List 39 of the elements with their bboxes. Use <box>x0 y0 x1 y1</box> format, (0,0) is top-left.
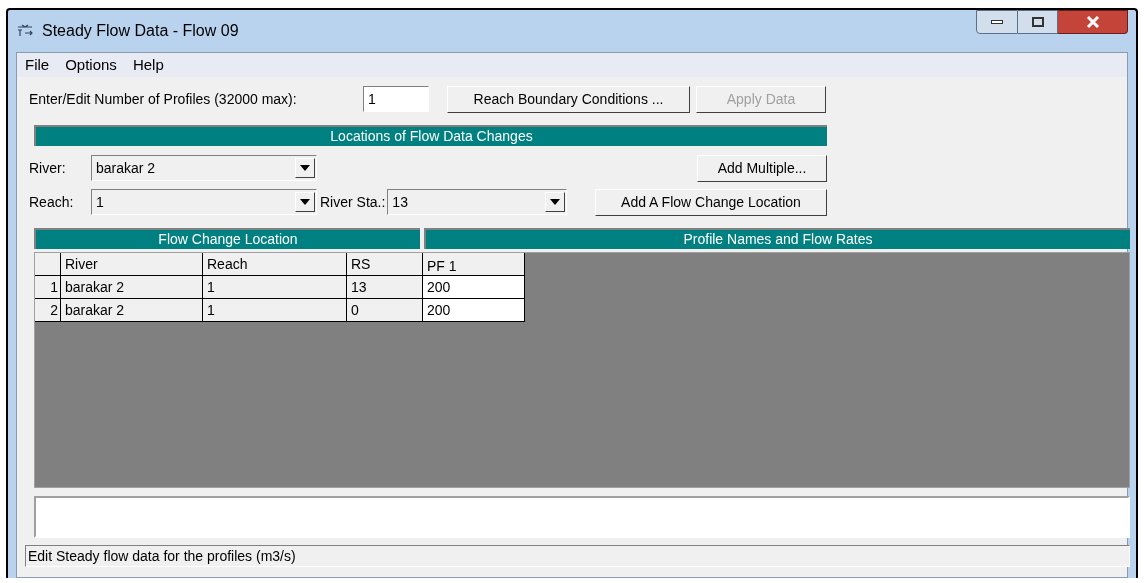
table-cell: barakar 2 <box>61 276 203 299</box>
menu-item[interactable]: Help <box>132 53 164 77</box>
reach-label: Reach: <box>29 192 75 212</box>
minimize-button[interactable] <box>976 10 1018 34</box>
section-header: Locations of Flow Data Changes <box>34 125 827 146</box>
table-cell: 0 <box>347 299 423 322</box>
menu-item[interactable]: Options <box>65 53 117 77</box>
status-bar: Edit Steady flow data for the profiles (m3/s) <box>25 545 1130 567</box>
river-label: River: <box>29 158 67 178</box>
table-header: Flow Change Location <box>34 228 420 249</box>
maximize-button[interactable] <box>1018 10 1058 34</box>
window-title: Steady Flow Data - Flow 09 <box>42 21 239 41</box>
table-cell: 13 <box>347 276 423 299</box>
column-header: RS <box>347 253 423 276</box>
table-cell: 1 <box>203 276 347 299</box>
add-multiple-button[interactable]: Add Multiple... <box>697 154 827 182</box>
close-button[interactable] <box>1058 10 1128 34</box>
profiles-label: Enter/Edit Number of Profiles (32000 max): <box>29 89 298 109</box>
profiles-input[interactable]: 1 <box>363 86 429 112</box>
table-header: Profile Names and Flow Rates <box>424 228 1130 249</box>
x-icon[interactable] <box>1085 16 1100 28</box>
table-cell[interactable]: 200 <box>423 299 525 322</box>
menu-item[interactable]: File <box>25 53 50 77</box>
river-station-label: River Sta.: <box>320 192 386 212</box>
add-location-button[interactable]: Add A Flow Change Location <box>595 188 827 216</box>
row-header-corner <box>35 253 61 276</box>
river-station-dropdown[interactable]: 13 <box>387 189 568 215</box>
column-header: River <box>61 253 203 276</box>
toolbar-button[interactable]: Reach Boundary Conditions ... <box>447 85 690 113</box>
row-number: 1 <box>35 276 61 299</box>
flow-app-icon <box>16 24 34 38</box>
table-cell: 1 <box>203 299 347 322</box>
column-header: PF 1 <box>423 253 525 276</box>
river-dropdown[interactable]: barakar 2 <box>91 155 317 181</box>
table-cell: barakar 2 <box>61 299 203 322</box>
row-number: 2 <box>35 299 61 322</box>
reach-dropdown[interactable]: 1 <box>91 189 317 215</box>
table-cell[interactable]: 200 <box>423 276 525 299</box>
column-header: Reach <box>203 253 347 276</box>
